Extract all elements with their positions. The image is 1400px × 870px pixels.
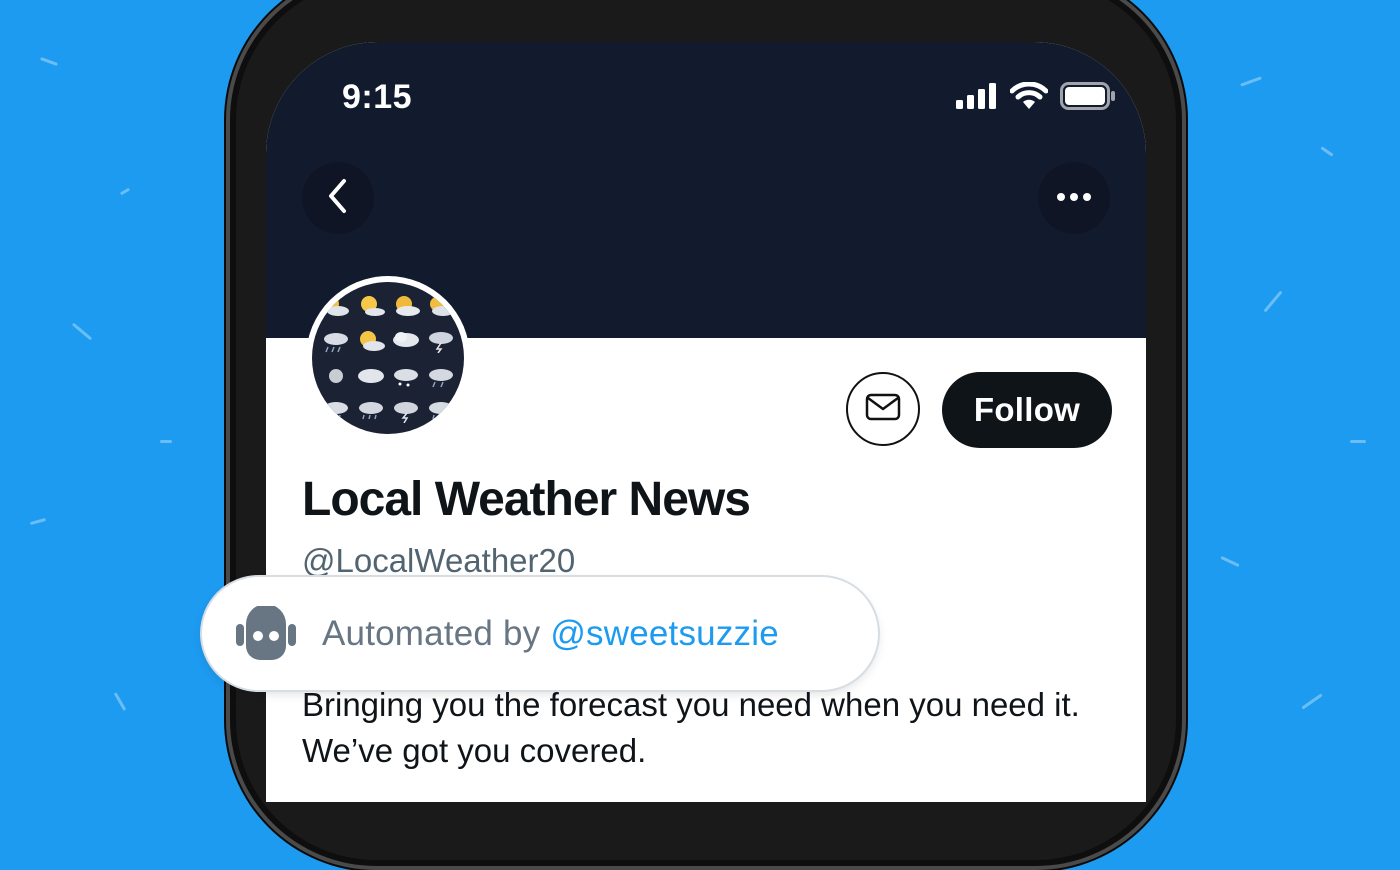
- profile-handle: @LocalWeather20: [302, 542, 576, 579]
- cellular-signal-icon: [956, 83, 998, 114]
- more-horizontal-icon: [1056, 189, 1092, 207]
- envelope-icon: [865, 393, 901, 426]
- automated-label-text: Automated by @sweetsuzzie: [322, 614, 779, 654]
- back-button[interactable]: [302, 162, 374, 234]
- automated-label[interactable]: Automated by @sweetsuzzie: [202, 577, 878, 690]
- status-icons: [956, 81, 1116, 115]
- follow-button[interactable]: Follow: [942, 372, 1112, 448]
- profile-avatar[interactable]: [306, 276, 470, 440]
- robot-icon: [236, 605, 296, 662]
- message-button[interactable]: [846, 372, 920, 446]
- battery-icon: [1060, 82, 1116, 115]
- status-time: 9:15: [342, 78, 413, 116]
- profile-name: Local Weather News: [302, 473, 751, 526]
- automated-by-prefix: Automated by: [322, 613, 541, 653]
- wifi-icon: [1009, 81, 1049, 115]
- profile-bio: Bringing you the forecast you need when …: [302, 686, 1080, 769]
- automated-by-account-link[interactable]: @sweetsuzzie: [550, 614, 779, 653]
- chevron-left-icon: [326, 178, 350, 219]
- weather-icons-grid: [312, 282, 464, 434]
- more-options-button[interactable]: [1038, 162, 1110, 234]
